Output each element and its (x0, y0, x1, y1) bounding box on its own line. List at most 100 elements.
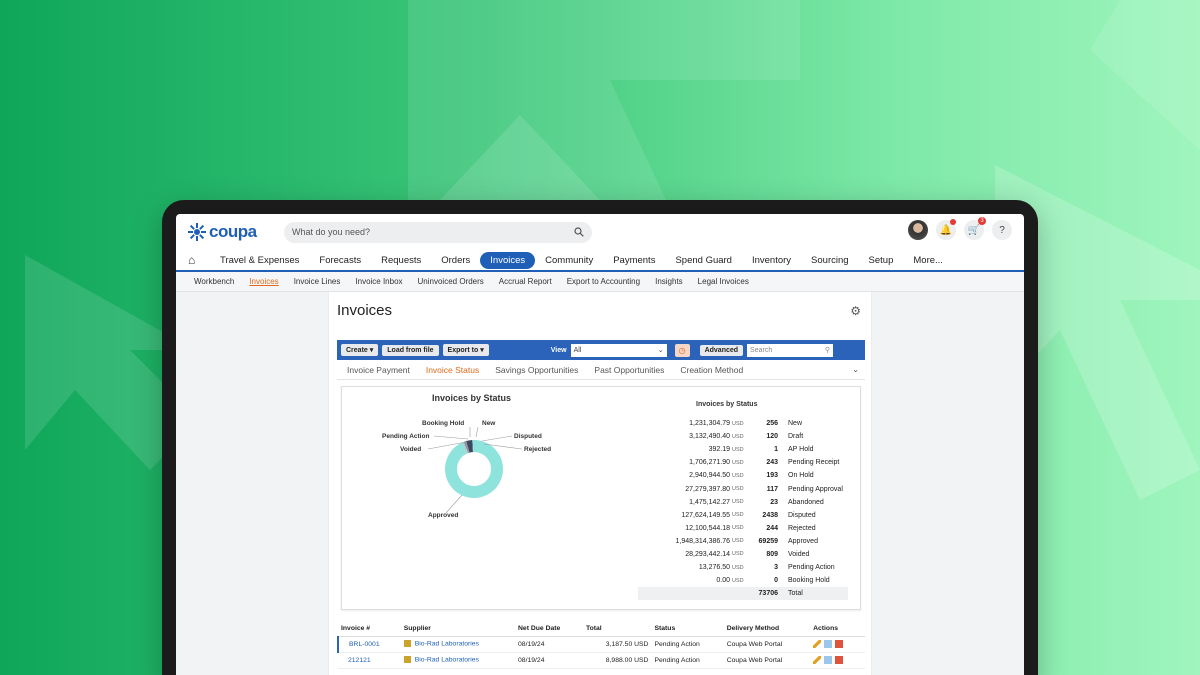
status-row: 27,279,397.80 USD 117 Pending Approval (638, 482, 848, 495)
tab-invoice-status[interactable]: Invoice Status (426, 365, 479, 375)
help-button[interactable]: ? (992, 220, 1012, 240)
clock-icon[interactable]: ◷ (674, 343, 690, 357)
column-header-supplier[interactable]: Supplier (400, 622, 516, 637)
nav-item-setup[interactable]: Setup (859, 252, 904, 269)
subnav-item-export-to-accounting[interactable]: Export to Accounting (567, 277, 640, 286)
nav-item-inventory[interactable]: Inventory (742, 252, 801, 269)
edit-icon[interactable] (813, 640, 822, 648)
void-icon[interactable] (835, 656, 844, 664)
main-nav: ⌂ Travel & Expenses Forecasts Requests Orde… (176, 250, 1024, 272)
list-search-input[interactable]: Search ⚲ (747, 343, 834, 357)
status-amount: 12,100,544.18 (685, 524, 730, 532)
status-label: Draft (788, 433, 804, 441)
subnav-item-accrual-report[interactable]: Accrual Report (499, 277, 552, 286)
column-header-status[interactable]: Status (651, 622, 724, 637)
nav-item-community[interactable]: Community (535, 252, 603, 269)
status-currency: USD (732, 459, 744, 466)
subnav-item-invoice-inbox[interactable]: Invoice Inbox (355, 277, 402, 286)
status-count: 809 (766, 550, 778, 558)
status-currency: USD (732, 433, 744, 440)
subnav-item-uninvoiced-orders[interactable]: Uninvoiced Orders (418, 277, 484, 286)
tab-creation-method[interactable]: Creation Method (680, 365, 743, 375)
global-search-input[interactable]: What do you need? (284, 221, 592, 243)
status-amount: 1,948,314,386.76 (675, 537, 731, 545)
status-count: 3 (774, 564, 778, 572)
nav-item-orders[interactable]: Orders (431, 252, 480, 269)
bell-icon: 🔔 (939, 224, 953, 236)
home-icon[interactable]: ⌂ (188, 253, 210, 267)
nav-item-sourcing[interactable]: Sourcing (801, 252, 859, 269)
status-count: 69259 (758, 537, 778, 545)
supplier-icon (403, 656, 411, 664)
status-currency: USD (732, 525, 744, 532)
copy-icon[interactable] (824, 656, 833, 664)
table-row[interactable]: 212121 Bio-Rad Laboratories 08/19/24 8,988.… (338, 652, 865, 669)
tab-invoice-payment[interactable]: Invoice Payment (347, 365, 410, 375)
column-header-delivery-method[interactable]: Delivery Method (723, 622, 811, 637)
invoice-number-link[interactable]: 212121 (338, 652, 401, 669)
status-currency: USD (732, 577, 744, 584)
supplier-link[interactable]: Bio-Rad Laboratories (400, 636, 516, 653)
tab-past-opportunities[interactable]: Past Opportunities (594, 365, 664, 375)
leader-line (445, 494, 463, 514)
status-currency: USD (732, 564, 744, 571)
status-amount: 1,475,142.27 (689, 498, 730, 506)
void-icon[interactable] (835, 640, 844, 648)
cart-icon: 🛒 (967, 224, 981, 236)
export-to-button[interactable]: Export to ▾ (442, 344, 489, 356)
invoices-donut-chart: Booking Hold New Pending Action Disputed Voi… (382, 420, 551, 519)
nav-item-payments[interactable]: Payments (603, 252, 665, 269)
subnav-item-invoice-lines[interactable]: Invoice Lines (294, 277, 341, 286)
create-button[interactable]: Create ▾ (341, 344, 379, 356)
load-from-file-button[interactable]: Load from file (382, 344, 439, 356)
table-row[interactable]: BRL-0001 Bio-Rad Laboratories 08/19/24 3,18… (337, 636, 865, 653)
donut-slice-approved[interactable] (445, 440, 503, 498)
status-count: 1 (774, 446, 778, 454)
notifications-button[interactable]: 🔔 (936, 219, 956, 240)
subnav-item-invoices[interactable]: Invoices (249, 277, 278, 286)
logo-text: coupa (209, 222, 257, 241)
chart-label-voided: Voided (400, 446, 421, 453)
nav-item-invoices[interactable]: Invoices (480, 251, 536, 269)
cart-button[interactable]: 🛒 3 (964, 217, 986, 240)
column-header-net-due-date[interactable]: Net Due Date (515, 622, 583, 637)
status-amount: 1,706,271.90 (689, 459, 730, 467)
status-label: On Hold (788, 472, 814, 480)
row-actions (810, 652, 865, 669)
column-header-invoice[interactable]: Invoice # (338, 622, 401, 637)
invoice-number-link[interactable]: BRL-0001 (337, 636, 401, 653)
status-amount: 27,279,397.80 (685, 485, 730, 493)
advanced-button[interactable]: Advanced (699, 344, 744, 356)
main-content: Invoices ⚙ Create ▾ Load from file Expor… (328, 292, 872, 675)
coupa-logo[interactable]: coupa (188, 222, 274, 242)
laptop-frame: coupa What do you need? 🔔 🛒 3 ? ⌂ Travel… (162, 200, 1038, 675)
nav-item-travel-expenses[interactable]: Travel & Expenses (210, 252, 309, 269)
nav-item-spend-guard[interactable]: Spend Guard (665, 252, 742, 269)
nav-item-forecasts[interactable]: Forecasts (309, 252, 371, 269)
status-row: 127,624,149.55 USD 2438 Disputed (638, 509, 848, 522)
column-header-actions[interactable]: Actions (810, 622, 865, 637)
status-count: 117 (766, 485, 778, 493)
search-icon[interactable] (574, 227, 584, 237)
subnav-item-insights[interactable]: Insights (655, 277, 683, 286)
status-currency: USD (732, 472, 744, 479)
subnav-item-workbench[interactable]: Workbench (194, 277, 234, 286)
status-row: 1,231,304.79 USD 256 New (638, 417, 848, 430)
view-select[interactable]: All ⌄ (570, 343, 667, 357)
nav-item-requests[interactable]: Requests (371, 252, 431, 269)
user-avatar[interactable] (908, 220, 928, 240)
edit-icon[interactable] (813, 656, 822, 664)
status-row: 28,293,442.14 USD 809 Voided (638, 548, 848, 561)
search-placeholder: What do you need? (292, 227, 371, 237)
search-icon: ⚲ (824, 347, 831, 354)
supplier-link[interactable]: Bio-Rad Laboratories (400, 652, 516, 669)
status-label: Approved (788, 537, 818, 545)
nav-item-more[interactable]: More... (903, 252, 953, 269)
tab-savings-opportunities[interactable]: Savings Opportunities (495, 365, 578, 375)
subnav-item-legal-invoices[interactable]: Legal Invoices (698, 277, 749, 286)
copy-icon[interactable] (824, 640, 833, 648)
gear-icon[interactable]: ⚙ (850, 304, 861, 318)
invoice-status: Pending Action (651, 652, 724, 669)
column-header-total[interactable]: Total (582, 622, 652, 637)
chevron-down-icon[interactable]: ⌄ (852, 365, 859, 374)
